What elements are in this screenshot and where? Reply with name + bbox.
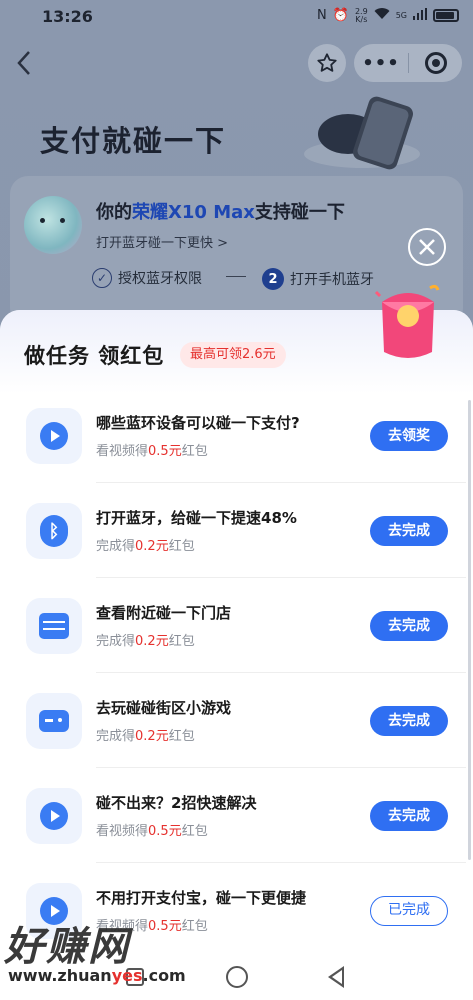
back-button[interactable] bbox=[14, 48, 38, 78]
nfc-icon: N bbox=[317, 8, 327, 23]
exit-mini-program-button[interactable] bbox=[409, 52, 462, 74]
step-open-bluetooth: 2 打开手机蓝牙 bbox=[262, 268, 374, 290]
task-icon-box bbox=[26, 693, 82, 749]
nav-back-icon-inner bbox=[332, 970, 342, 984]
task-title: 不用打开支付宝，碰一下更便捷 bbox=[96, 889, 307, 907]
watermark-url-prefix: www.zhuan bbox=[8, 966, 112, 985]
task-row: 碰不出来？2招快速解决 看视频得0.5元红包 去完成 bbox=[0, 768, 473, 863]
close-sheet-button[interactable] bbox=[408, 228, 446, 266]
reward-prefix: 看视频得 bbox=[96, 824, 149, 839]
task-icon-box bbox=[26, 598, 82, 654]
status-icons: N ⏰ 2.9 K/s 5G bbox=[317, 7, 459, 24]
task-icon-box bbox=[26, 788, 82, 844]
task-row: ᛒ 打开蓝牙，给碰一下提速48% 完成得0.2元红包 去完成 bbox=[0, 483, 473, 578]
mascot-avatar bbox=[24, 196, 82, 254]
store-icon bbox=[39, 613, 69, 639]
task-reward: 完成得0.2元红包 bbox=[96, 630, 195, 649]
reward-amount: 0.5元 bbox=[148, 824, 182, 839]
max-reward-badge: 最高可领2.6元 bbox=[180, 342, 286, 368]
reward-suffix: 红包 bbox=[181, 824, 208, 839]
sheet-title: 做任务 领红包 bbox=[24, 344, 165, 368]
favorite-button[interactable] bbox=[308, 44, 346, 82]
step-authorize-bluetooth: ✓ 授权蓝牙权限 bbox=[92, 268, 202, 288]
status-bar: 13:26 N ⏰ 2.9 K/s 5G bbox=[0, 0, 473, 34]
hero-phone-illustration bbox=[304, 96, 420, 170]
open-bluetooth-link[interactable]: 打开蓝牙碰一下更快 > bbox=[96, 232, 228, 251]
step1-label: 授权蓝牙权限 bbox=[118, 271, 202, 287]
task-reward: 看视频得0.5元红包 bbox=[96, 440, 208, 459]
task-title: 碰不出来？2招快速解决 bbox=[96, 794, 257, 812]
reward-suffix: 红包 bbox=[168, 729, 195, 744]
task-row: 查看附近碰一下门店 完成得0.2元红包 去完成 bbox=[0, 578, 473, 673]
reward-prefix: 完成得 bbox=[96, 729, 136, 744]
home-icon[interactable] bbox=[226, 966, 248, 988]
task-icon-box bbox=[26, 408, 82, 464]
sheet-scrollbar[interactable] bbox=[468, 400, 471, 860]
task-icon-box: ᛒ bbox=[26, 503, 82, 559]
reward-prefix: 完成得 bbox=[96, 539, 136, 554]
watermark-url-highlight: yes bbox=[111, 966, 143, 985]
signal-icon bbox=[413, 7, 427, 24]
go-complete-button[interactable]: 去完成 bbox=[370, 516, 448, 546]
task-reward: 完成得0.2元红包 bbox=[96, 725, 195, 744]
task-list: 哪些蓝环设备可以碰一下支付? 看视频得0.5元红包 去领奖 ᛒ 打开蓝牙，给碰一… bbox=[0, 388, 473, 958]
reward-suffix: 红包 bbox=[181, 919, 208, 934]
network-speed-unit: K/s bbox=[355, 14, 368, 24]
star-icon bbox=[317, 53, 337, 72]
step2-number: 2 bbox=[262, 268, 284, 290]
task-reward: 看视频得0.5元红包 bbox=[96, 820, 208, 839]
task-reward: 完成得0.2元红包 bbox=[96, 535, 195, 554]
watermark-logo: 好赚网 bbox=[4, 924, 130, 970]
reward-amount: 0.5元 bbox=[148, 444, 182, 459]
reward-prefix: 看视频得 bbox=[96, 444, 149, 459]
check-icon: ✓ bbox=[92, 268, 112, 288]
step-separator bbox=[226, 276, 246, 277]
battery-icon bbox=[433, 9, 459, 22]
game-icon bbox=[39, 710, 69, 732]
step2-label: 打开手机蓝牙 bbox=[290, 272, 374, 288]
go-complete-button[interactable]: 去完成 bbox=[370, 611, 448, 641]
task-title: 哪些蓝环设备可以碰一下支付? bbox=[96, 414, 300, 432]
target-icon bbox=[424, 52, 447, 74]
play-icon bbox=[40, 802, 68, 830]
reward-amount: 0.2元 bbox=[135, 634, 169, 649]
go-complete-button[interactable]: 去完成 bbox=[370, 801, 448, 831]
reward-suffix: 红包 bbox=[168, 634, 195, 649]
play-icon bbox=[40, 422, 68, 450]
hero-title: 支付就碰一下 bbox=[40, 124, 227, 158]
alarm-icon: ⏰ bbox=[332, 8, 349, 23]
task-row: 哪些蓝环设备可以碰一下支付? 看视频得0.5元红包 去领奖 bbox=[0, 388, 473, 483]
task-row: 去玩碰碰街区小游戏 完成得0.2元红包 去完成 bbox=[0, 673, 473, 768]
go-complete-button[interactable]: 去完成 bbox=[370, 706, 448, 736]
close-icon bbox=[419, 239, 435, 255]
device-title-prefix: 你的 bbox=[96, 202, 132, 223]
network-type: 5G bbox=[395, 10, 407, 20]
device-title-suffix: 支持碰一下 bbox=[254, 202, 345, 223]
device-name: 荣耀X10 Max bbox=[132, 202, 255, 223]
watermark-url: www.zhuanyes.com bbox=[8, 966, 186, 985]
red-envelope-icon bbox=[374, 284, 440, 358]
task-title: 打开蓝牙，给碰一下提速48% bbox=[96, 509, 297, 527]
device-support-title: 你的荣耀X10 Max支持碰一下 bbox=[96, 198, 345, 224]
wifi-icon bbox=[374, 7, 390, 24]
status-time: 13:26 bbox=[42, 7, 93, 26]
claim-reward-button[interactable]: 去领奖 bbox=[370, 421, 448, 451]
reward-prefix: 完成得 bbox=[96, 634, 136, 649]
reward-amount: 0.2元 bbox=[135, 729, 169, 744]
reward-amount: 0.5元 bbox=[148, 919, 182, 934]
reward-amount: 0.2元 bbox=[135, 539, 169, 554]
completed-button[interactable]: 已完成 bbox=[370, 896, 448, 926]
watermark-url-suffix: .com bbox=[142, 966, 186, 985]
task-sheet: 做任务 领红包 最高可领2.6元 哪些蓝环设备可以碰一下支付? 看视频得0.5元… bbox=[0, 310, 473, 1000]
mini-program-capsule: ••• bbox=[354, 44, 462, 82]
task-title: 查看附近碰一下门店 bbox=[96, 604, 232, 622]
reward-suffix: 红包 bbox=[168, 539, 195, 554]
reward-suffix: 红包 bbox=[181, 444, 208, 459]
bluetooth-icon: ᛒ bbox=[40, 515, 68, 547]
network-speed: 2.9 K/s bbox=[355, 7, 368, 24]
more-button[interactable]: ••• bbox=[354, 53, 408, 74]
task-title: 去玩碰碰街区小游戏 bbox=[96, 699, 232, 717]
